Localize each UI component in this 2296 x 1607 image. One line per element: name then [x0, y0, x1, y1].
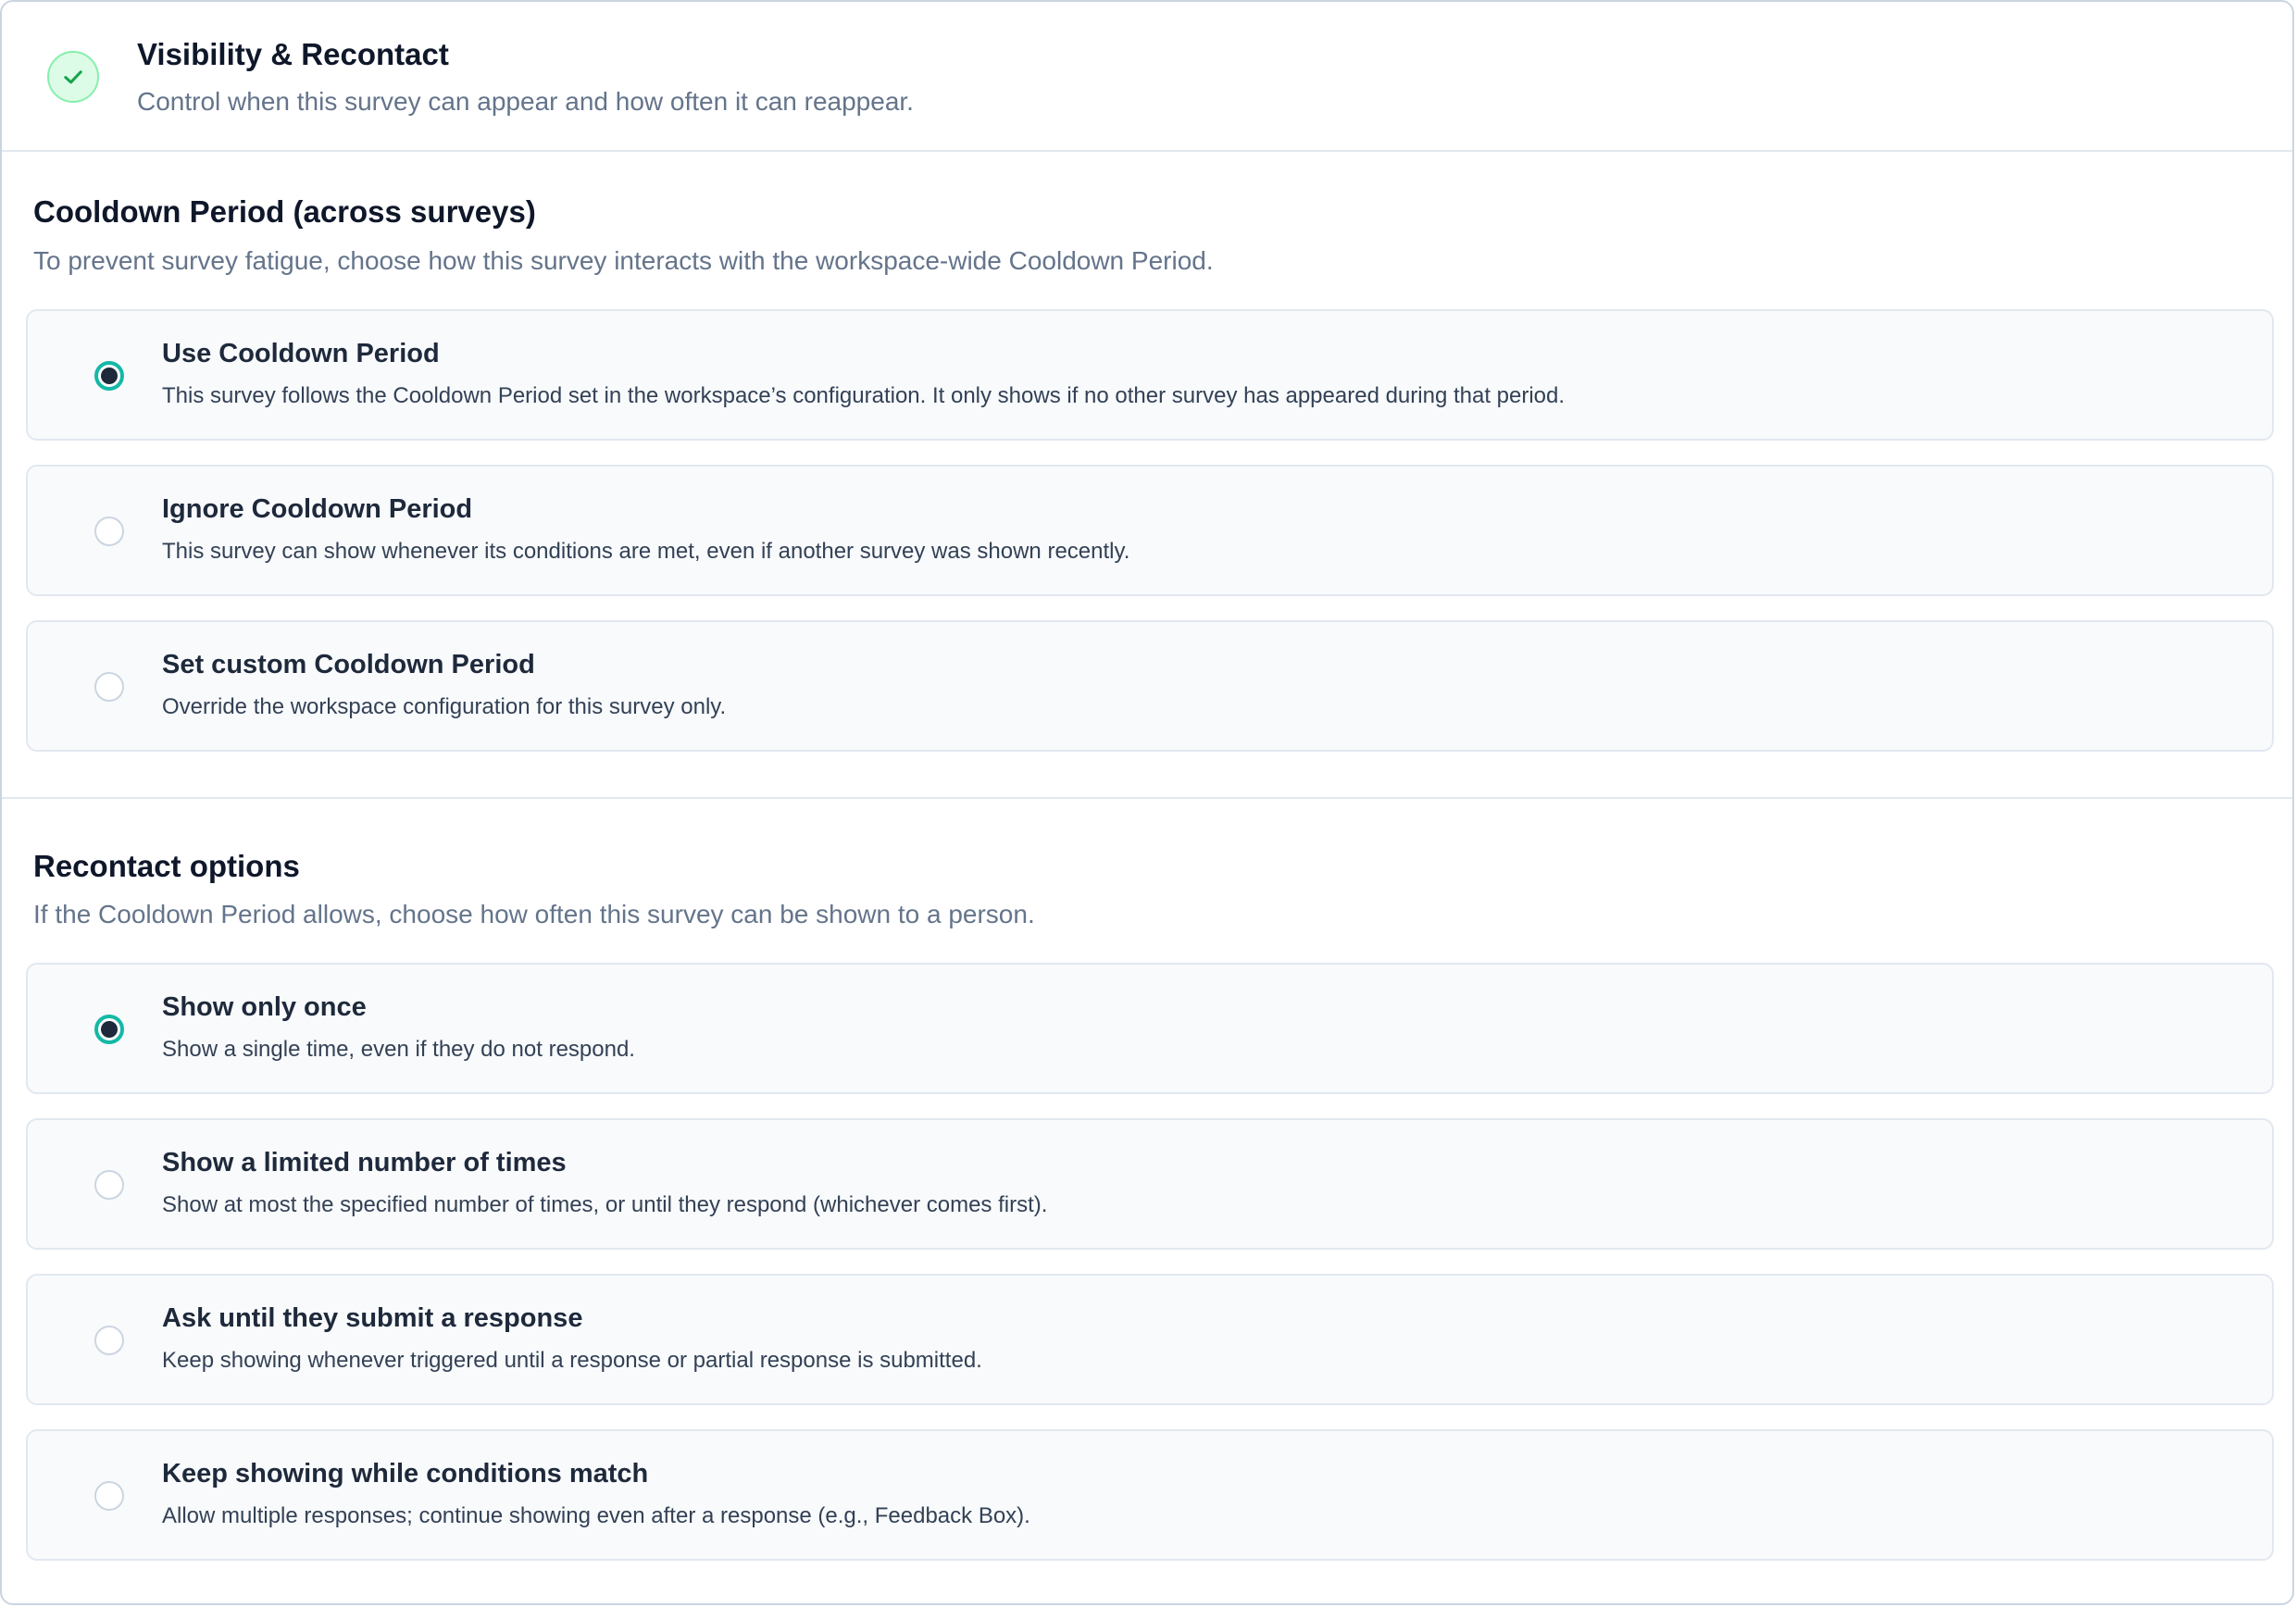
option-description: Show a single time, even if they do not … [162, 1037, 635, 1062]
cooldown-option-ignore[interactable]: Ignore Cooldown Period This survey can s… [26, 465, 2274, 596]
option-description: This survey follows the Cooldown Period … [162, 383, 1566, 408]
cooldown-option-custom[interactable]: Set custom Cooldown Period Override the … [26, 620, 2274, 752]
option-description: Override the workspace configuration for… [162, 694, 727, 719]
option-label: Keep showing while conditions match [162, 1459, 649, 1489]
radio-ignore-cooldown[interactable] [94, 517, 124, 546]
card-header: Visibility & Recontact Control when this… [2, 2, 2292, 152]
cooldown-option-use[interactable]: Use Cooldown Period This survey follows … [26, 309, 2274, 441]
option-description: Show at most the specified number of tim… [162, 1192, 1048, 1217]
option-description: Keep showing whenever triggered until a … [162, 1348, 982, 1373]
option-label: Show only once [162, 992, 367, 1022]
option-label: Ask until they submit a response [162, 1303, 583, 1333]
radio-keep-showing[interactable] [94, 1481, 124, 1511]
recontact-section-subtitle: If the Cooldown Period allows, choose ho… [33, 900, 1035, 928]
radio-use-cooldown[interactable] [94, 361, 124, 391]
recontact-section-title: Recontact options [33, 849, 300, 883]
option-label: Ignore Cooldown Period [162, 494, 473, 524]
option-description: This survey can show whenever its condit… [162, 539, 1130, 564]
card-subtitle: Control when this survey can appear and … [137, 87, 914, 116]
section-divider [2, 797, 2292, 799]
cooldown-section-subtitle: To prevent survey fatigue, choose how th… [33, 246, 1214, 275]
checkmark-glyph [64, 70, 82, 84]
check-icon [47, 51, 99, 103]
recontact-option-until-response[interactable]: Ask until they submit a response Keep sh… [26, 1274, 2274, 1405]
radio-show-once[interactable] [94, 1015, 124, 1044]
option-label: Show a limited number of times [162, 1148, 567, 1177]
option-label: Set custom Cooldown Period [162, 650, 535, 679]
radio-custom-cooldown[interactable] [94, 672, 124, 702]
radio-show-limited[interactable] [94, 1170, 124, 1200]
card-title: Visibility & Recontact [137, 37, 449, 71]
option-label: Use Cooldown Period [162, 339, 440, 368]
recontact-option-limited[interactable]: Show a limited number of times Show at m… [26, 1118, 2274, 1250]
visibility-recontact-card: Visibility & Recontact Control when this… [0, 0, 2294, 1605]
recontact-option-once[interactable]: Show only once Show a single time, even … [26, 963, 2274, 1094]
cooldown-section-title: Cooldown Period (across surveys) [33, 194, 536, 229]
option-description: Allow multiple responses; continue showi… [162, 1503, 1030, 1528]
recontact-option-keep-showing[interactable]: Keep showing while conditions match Allo… [26, 1429, 2274, 1561]
radio-until-response[interactable] [94, 1326, 124, 1355]
